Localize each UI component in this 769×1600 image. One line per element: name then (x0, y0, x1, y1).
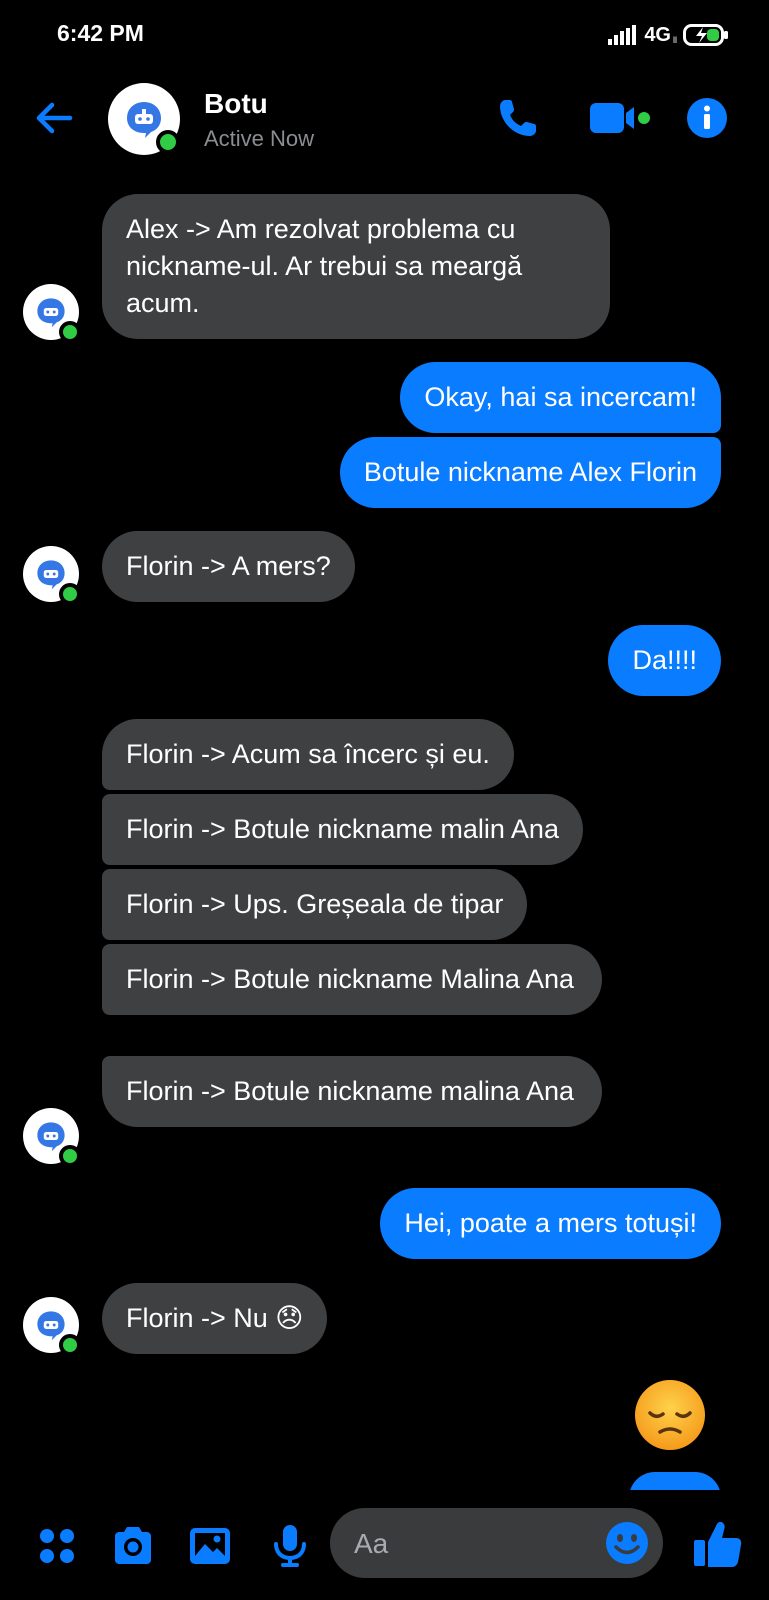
network-activity: ll (673, 35, 677, 45)
camera-icon[interactable] (109, 1522, 157, 1570)
conversation-header: Botu Active Now (0, 70, 769, 180)
contact-status: Active Now (204, 126, 315, 151)
message-outgoing[interactable]: Hei, poate a mers totuși! (380, 1188, 721, 1259)
back-arrow-icon[interactable] (30, 94, 78, 142)
message-incoming[interactable]: Florin -> Nu 😞 (102, 1283, 328, 1354)
online-indicator (59, 1334, 81, 1356)
status-indicators: 4G ll (608, 20, 729, 50)
apps-grid-icon[interactable] (33, 1522, 81, 1570)
message-text: Florin -> A mers? (126, 551, 331, 581)
message-text: Florin -> Nu 😞 (126, 1303, 304, 1333)
info-icon[interactable] (685, 96, 729, 140)
message-outgoing[interactable]: Okay, hai sa incercam! (400, 362, 721, 433)
emoji-message[interactable]: 😞 (633, 1378, 707, 1452)
phone-icon[interactable] (496, 96, 540, 140)
message-text: Florin -> Botule nickname malin Ana (126, 814, 559, 844)
message-incoming[interactable]: Florin -> Ups. Greșeala de tipar (102, 869, 528, 940)
battery-icon (683, 24, 728, 46)
online-indicator (156, 130, 180, 154)
message-input[interactable]: Aa (330, 1508, 663, 1578)
message-text: Florin -> Botule nickname Malina Ana (126, 964, 574, 994)
pensive-face-emoji-icon (635, 1380, 705, 1450)
message-text: Okay, hai sa incercam! (424, 382, 697, 412)
message-text: Botule nickname Alex Florin (363, 457, 697, 487)
thumbs-up-icon[interactable] (692, 1518, 744, 1570)
signal-icon (608, 25, 637, 45)
message-incoming[interactable]: Florin -> Botule nickname Malina Ana (102, 944, 602, 1015)
gallery-icon[interactable] (186, 1522, 234, 1570)
emoji-icon[interactable] (603, 1519, 651, 1567)
message-incoming[interactable]: Florin -> Botule nickname malin Ana (102, 794, 583, 865)
bot-avatar-icon (127, 102, 161, 138)
online-indicator (59, 1145, 81, 1167)
message-text: Alex -> Am rezolvat problema cu nickname… (126, 214, 523, 318)
message-incoming[interactable]: Alex -> Am rezolvat problema cu nickname… (102, 194, 610, 339)
online-indicator (59, 583, 81, 605)
network-type: 4G (644, 23, 671, 46)
message-incoming[interactable]: Florin -> Acum sa încerc și eu. (102, 719, 514, 790)
message-outgoing[interactable]: Da!!!! (608, 625, 721, 696)
message-text: Florin -> Botule nickname malina Ana (126, 1076, 574, 1106)
online-indicator (59, 321, 81, 343)
message-input-placeholder: Aa (354, 1528, 389, 1559)
video-camera-icon[interactable] (588, 98, 652, 138)
microphone-icon[interactable] (266, 1522, 314, 1570)
message-incoming[interactable]: Florin -> A mers? (102, 531, 355, 602)
message-outgoing[interactable]: Botule nickname Alex Florin (339, 437, 721, 508)
message-incoming[interactable]: Florin -> Botule nickname malina Ana (102, 1056, 602, 1127)
status-time: 6:42 PM (57, 20, 144, 46)
message-text: Florin -> Ups. Greșeala de tipar (126, 889, 504, 919)
composer-bar: Aa (0, 1490, 769, 1600)
status-bar: 6:42 PM 4G ll (0, 0, 769, 70)
message-text: Florin -> Acum sa încerc și eu. (126, 739, 490, 769)
message-text: Hei, poate a mers totuși! (404, 1208, 697, 1238)
message-text: Da!!!! (632, 645, 697, 675)
contact-name[interactable]: Botu (204, 88, 268, 120)
